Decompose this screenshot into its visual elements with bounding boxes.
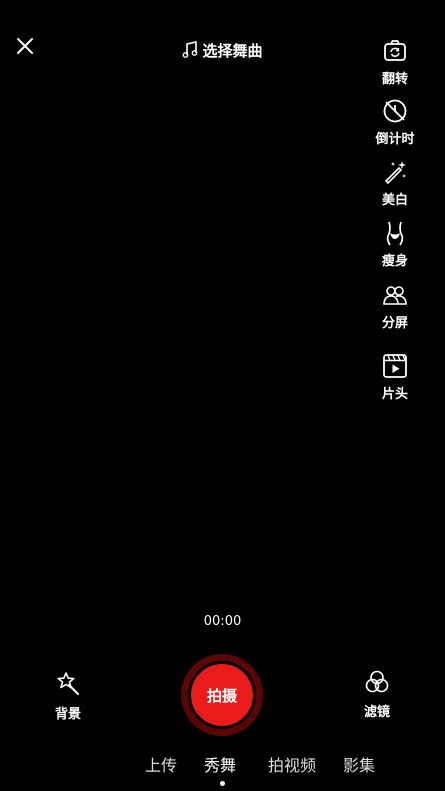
slim-button[interactable]: 瘦身 <box>367 220 423 269</box>
tool-label: 翻转 <box>381 72 408 87</box>
flip-camera-button[interactable]: 翻转 <box>367 38 423 87</box>
beauty-wand-icon <box>384 161 406 185</box>
music-note-icon <box>183 41 198 58</box>
tab-album[interactable]: 影集 <box>343 752 375 776</box>
side-label: 滤镜 <box>363 705 390 720</box>
tab-dance[interactable]: 秀舞 <box>204 752 236 776</box>
filter-button[interactable]: 滤镜 <box>347 669 407 720</box>
tab-upload[interactable]: 上传 <box>145 752 177 776</box>
side-label: 背景 <box>54 707 81 722</box>
slim-body-icon <box>386 221 404 246</box>
background-magic-icon <box>57 672 79 695</box>
split-screen-icon <box>383 286 407 305</box>
tool-label: 倒计时 <box>375 132 415 147</box>
split-screen-button[interactable]: 分屏 <box>367 282 423 331</box>
background-button[interactable]: 背景 <box>38 671 98 722</box>
tool-label: 美白 <box>381 193 408 208</box>
recording-timer: 00:00 <box>203 614 242 629</box>
intro-clip-button[interactable]: 片头 <box>367 353 423 402</box>
tool-label: 瘦身 <box>381 254 408 269</box>
mode-tabs: 上传 秀舞 拍视频 影集 <box>0 752 445 776</box>
shoot-label: 拍摄 <box>206 686 237 705</box>
intro-clip-icon <box>383 354 407 378</box>
countdown-icon <box>383 99 407 123</box>
filter-icon <box>365 670 389 693</box>
tab-shoot-video[interactable]: 拍视频 <box>268 752 316 776</box>
music-label: 选择舞曲 <box>202 42 263 60</box>
countdown-button[interactable]: 倒计时 <box>367 98 423 147</box>
tool-label: 分屏 <box>381 316 408 331</box>
active-tab-indicator <box>220 781 225 786</box>
flip-camera-icon <box>384 40 406 61</box>
beauty-button[interactable]: 美白 <box>367 159 423 208</box>
shoot-button[interactable]: 拍摄 <box>188 661 256 729</box>
tool-label: 片头 <box>381 387 408 402</box>
